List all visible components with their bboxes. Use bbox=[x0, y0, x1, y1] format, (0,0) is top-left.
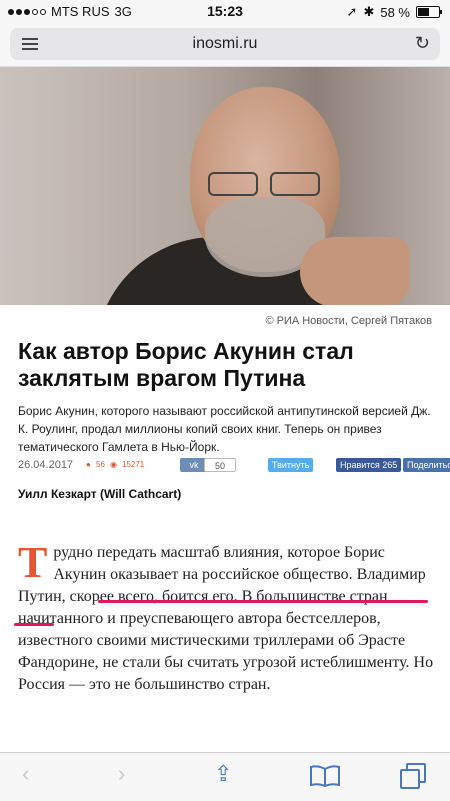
twitter-button[interactable]: Твитнуть bbox=[268, 458, 314, 472]
url-domain[interactable]: inosmi.ru bbox=[10, 35, 440, 53]
bluetooth-icon: ✱ bbox=[363, 4, 375, 19]
browser-address-bar: inosmi.ru ↻ bbox=[0, 22, 450, 67]
highlight-underline bbox=[98, 600, 428, 603]
back-icon[interactable]: ‹ bbox=[22, 761, 29, 787]
article-photo bbox=[0, 67, 450, 305]
article-date: 26.04.2017 bbox=[18, 459, 74, 471]
article-body-text: рудно передать масштаб влияния, которое … bbox=[18, 544, 434, 693]
photo-caption: © РИА Новости, Сергей Пятаков bbox=[265, 315, 432, 327]
battery-icon bbox=[416, 6, 442, 18]
share-icon[interactable]: ⇪ bbox=[214, 761, 232, 787]
comments-count[interactable]: 56 bbox=[96, 460, 105, 469]
bookmarks-icon[interactable] bbox=[310, 765, 340, 787]
article-author[interactable]: Уилл Кезкарт (Will Cathcart) bbox=[18, 487, 181, 501]
article-lead: Борис Акунин, которого называют российск… bbox=[18, 404, 431, 454]
facebook-like-button[interactable]: Нравится 265 bbox=[336, 458, 402, 472]
highlight-underline-2 bbox=[14, 623, 54, 626]
article-headline: Как автор Борис Акунин стал заклятым вра… bbox=[18, 338, 354, 391]
status-bar: MTS RUS 3G 15:23 ➚ ✱ 58 % bbox=[0, 0, 450, 22]
tabs-icon[interactable] bbox=[400, 763, 426, 789]
browser-toolbar: ‹ › ⇪ bbox=[0, 752, 450, 801]
drop-cap: Т bbox=[18, 538, 48, 587]
reload-icon[interactable]: ↻ bbox=[415, 33, 430, 54]
battery-percent: 58 % bbox=[380, 4, 410, 20]
article-body: Т рудно передать масштаб влияния, которо… bbox=[18, 538, 436, 696]
article-meta: 26.04.2017 ● 56 ◉ 15271 vk 50 Твитнуть Н… bbox=[18, 458, 450, 474]
forward-icon[interactable]: › bbox=[118, 761, 125, 787]
share-button[interactable]: Поделиться bbox=[403, 458, 450, 472]
comments-icon[interactable]: ● bbox=[86, 460, 91, 469]
url-field[interactable]: inosmi.ru ↻ bbox=[10, 28, 440, 60]
views-count: 15271 bbox=[122, 460, 145, 469]
vk-share-count: 50 bbox=[204, 458, 236, 472]
views-icon: ◉ bbox=[110, 460, 117, 469]
location-arrow-icon: ➚ bbox=[346, 4, 358, 19]
